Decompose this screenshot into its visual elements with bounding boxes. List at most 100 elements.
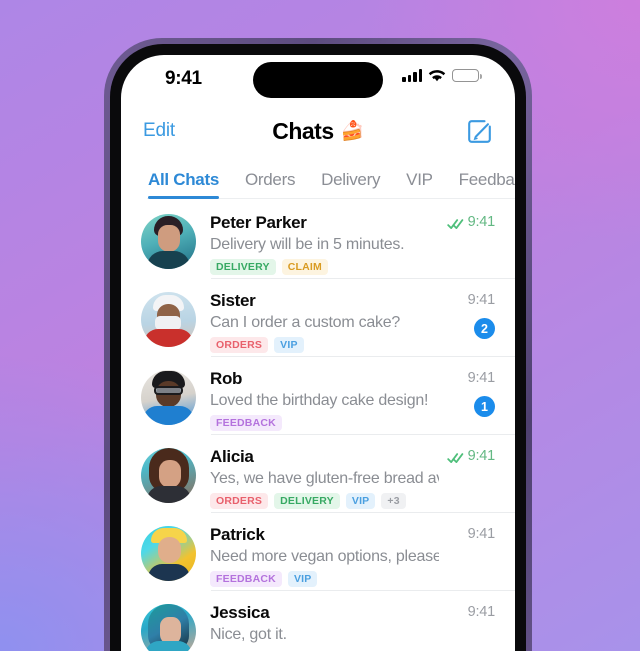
navigation-bar: Edit Chats 🍰 — [121, 105, 515, 157]
chat-timestamp: 9:41 — [467, 214, 496, 230]
chat-message-preview: Loved the birthday cake design! — [210, 392, 429, 409]
page-title-text: Chats — [272, 117, 334, 144]
edit-button[interactable]: Edit — [143, 120, 175, 142]
chat-list-item[interactable]: Peter Parker Delivery will be in 5 minute… — [121, 201, 515, 279]
chat-message-preview: Need more vegan options, please. — [210, 548, 439, 565]
avatar-part-face — [158, 537, 181, 563]
wifi-icon — [428, 69, 446, 82]
avatar-part-face — [159, 460, 181, 488]
chat-tag-row: DELIVERY CLAIM — [210, 259, 439, 275]
chat-list-item[interactable]: Alicia Yes, we have gluten-free bread ava… — [121, 435, 515, 513]
chat-tag[interactable]: FEEDBACK — [210, 415, 282, 431]
status-bar-indicators — [402, 69, 482, 82]
chat-tag[interactable]: ORDERS — [210, 493, 269, 509]
chat-contact-name: Alicia — [210, 447, 254, 466]
chat-tag[interactable]: DELIVERY — [210, 259, 276, 275]
chat-list-item[interactable]: Rob Loved the birthday cake design! FEEDBA… — [121, 357, 515, 435]
avatar-part-torso — [143, 406, 194, 425]
chat-tag[interactable]: FEEDBACK — [210, 571, 282, 587]
chat-item-content: Patrick Need more vegan options, please. F… — [196, 524, 439, 587]
chat-item-meta: 9:41 — [439, 524, 496, 542]
chat-item-meta: 9:41 2 — [439, 290, 495, 339]
page-title: Chats 🍰 — [272, 118, 364, 145]
phone-bezel: 9:41 Edit Chats 🍰 All Chats Orders Deliv… — [110, 44, 526, 651]
phone-screen: 9:41 Edit Chats 🍰 All Chats Orders Deliv… — [121, 55, 515, 651]
chat-contact-name: Patrick — [210, 525, 265, 544]
chat-item-content: Alicia Yes, we have gluten-free bread ava… — [196, 446, 439, 509]
avatar-alicia[interactable] — [141, 448, 196, 503]
avatar-part-torso — [145, 641, 192, 651]
double-check-read-icon — [446, 451, 464, 463]
chat-contact-name: Jessica — [210, 603, 270, 622]
chat-item-content: Rob Loved the birthday cake design! FEEDBA… — [196, 368, 439, 431]
chat-tag-row: ORDERS VIP — [210, 337, 439, 353]
chat-contact-name: Peter Parker — [210, 213, 307, 232]
chat-list-item[interactable]: Jessica Nice, got it. 9:41 — [121, 591, 515, 651]
avatar-patrick[interactable] — [141, 526, 196, 581]
chat-tag[interactable]: ORDERS — [210, 337, 269, 353]
chat-timestamp: 9:41 — [467, 448, 496, 464]
chat-meta-top: 9:41 — [467, 604, 496, 620]
avatar-part-torso — [144, 329, 193, 347]
compose-pencil-icon[interactable] — [466, 118, 493, 145]
chat-list[interactable]: Peter Parker Delivery will be in 5 minute… — [121, 201, 515, 651]
chat-tag[interactable]: DELIVERY — [274, 493, 340, 509]
chat-item-content: Sister Can I order a custom cake? ORDERS VI… — [196, 290, 439, 353]
chat-contact-name: Sister — [210, 291, 256, 310]
chat-message-preview: Delivery will be in 5 minutes. — [210, 236, 405, 253]
chat-meta-top: 9:41 — [467, 526, 496, 542]
avatar-rob[interactable] — [141, 370, 196, 425]
chat-timestamp: 9:41 — [467, 370, 496, 386]
avatar-part-torso — [147, 251, 190, 269]
chat-tag[interactable]: VIP — [274, 337, 304, 353]
chat-tag[interactable]: VIP — [345, 493, 376, 509]
chat-item-meta: 9:41 — [439, 446, 495, 464]
avatar-jessica[interactable] — [141, 604, 196, 651]
tab-feedback[interactable]: Feedback — [446, 170, 515, 201]
chat-item-content: Peter Parker Delivery will be in 5 minute… — [196, 212, 439, 275]
chat-contact-name: Rob — [210, 369, 243, 388]
chat-tag-row: ORDERS DELIVERY VIP +3 — [210, 493, 439, 509]
chat-item-content: Jessica Nice, got it. — [196, 602, 439, 645]
chat-tag[interactable]: CLAIM — [281, 259, 328, 275]
tab-orders[interactable]: Orders — [232, 170, 308, 201]
chat-message-preview: Yes, we have gluten-free bread available… — [210, 470, 439, 487]
unread-count-badge: 1 — [474, 396, 495, 417]
cellular-bars-icon — [402, 69, 422, 82]
avatar-peter-parker[interactable] — [141, 214, 196, 269]
tab-vip[interactable]: VIP — [393, 170, 446, 201]
cake-emoji-icon: 🍰 — [340, 121, 365, 142]
chat-message-preview: Can I order a custom cake? — [210, 314, 401, 331]
chat-meta-top: 9:41 — [467, 292, 496, 308]
chat-list-item[interactable]: Sister Can I order a custom cake? ORDERS VI… — [121, 279, 515, 357]
avatar-sister[interactable] — [141, 292, 196, 347]
avatar-part-torso — [147, 486, 191, 503]
chat-meta-top: 9:41 — [467, 370, 496, 386]
avatar-part-mask — [155, 316, 181, 330]
unread-count-badge: 2 — [474, 318, 495, 339]
status-bar-time: 9:41 — [165, 68, 202, 89]
avatar-part-torso — [148, 564, 190, 581]
phone-frame: 9:41 Edit Chats 🍰 All Chats Orders Deliv… — [104, 38, 532, 651]
chat-item-meta: 9:41 — [439, 212, 495, 230]
double-check-read-icon — [446, 217, 464, 229]
chat-filter-tabs[interactable]: All ChatsOrdersDeliveryVIPFeedbackE — [121, 157, 515, 201]
tab-delivery[interactable]: Delivery — [308, 170, 393, 201]
avatar-part-face — [158, 225, 180, 252]
tab-all-chats[interactable]: All Chats — [135, 170, 232, 201]
dynamic-island — [253, 62, 383, 98]
chat-meta-top: 9:41 — [446, 448, 496, 464]
chat-timestamp: 9:41 — [467, 526, 496, 542]
chat-timestamp: 9:41 — [467, 604, 496, 620]
chat-message-preview: Nice, got it. — [210, 626, 287, 643]
tag-overflow-count[interactable]: +3 — [381, 493, 406, 509]
chat-tag-row: FEEDBACK — [210, 415, 439, 431]
battery-full-icon — [452, 69, 482, 82]
chat-item-meta: 9:41 1 — [439, 368, 495, 417]
avatar-part-glass — [154, 386, 183, 395]
chat-tag-row: FEEDBACK VIP — [210, 571, 439, 587]
chat-tag[interactable]: VIP — [287, 571, 318, 587]
chat-timestamp: 9:41 — [467, 292, 496, 308]
chat-list-item[interactable]: Patrick Need more vegan options, please. F… — [121, 513, 515, 591]
status-bar: 9:41 — [121, 55, 515, 105]
